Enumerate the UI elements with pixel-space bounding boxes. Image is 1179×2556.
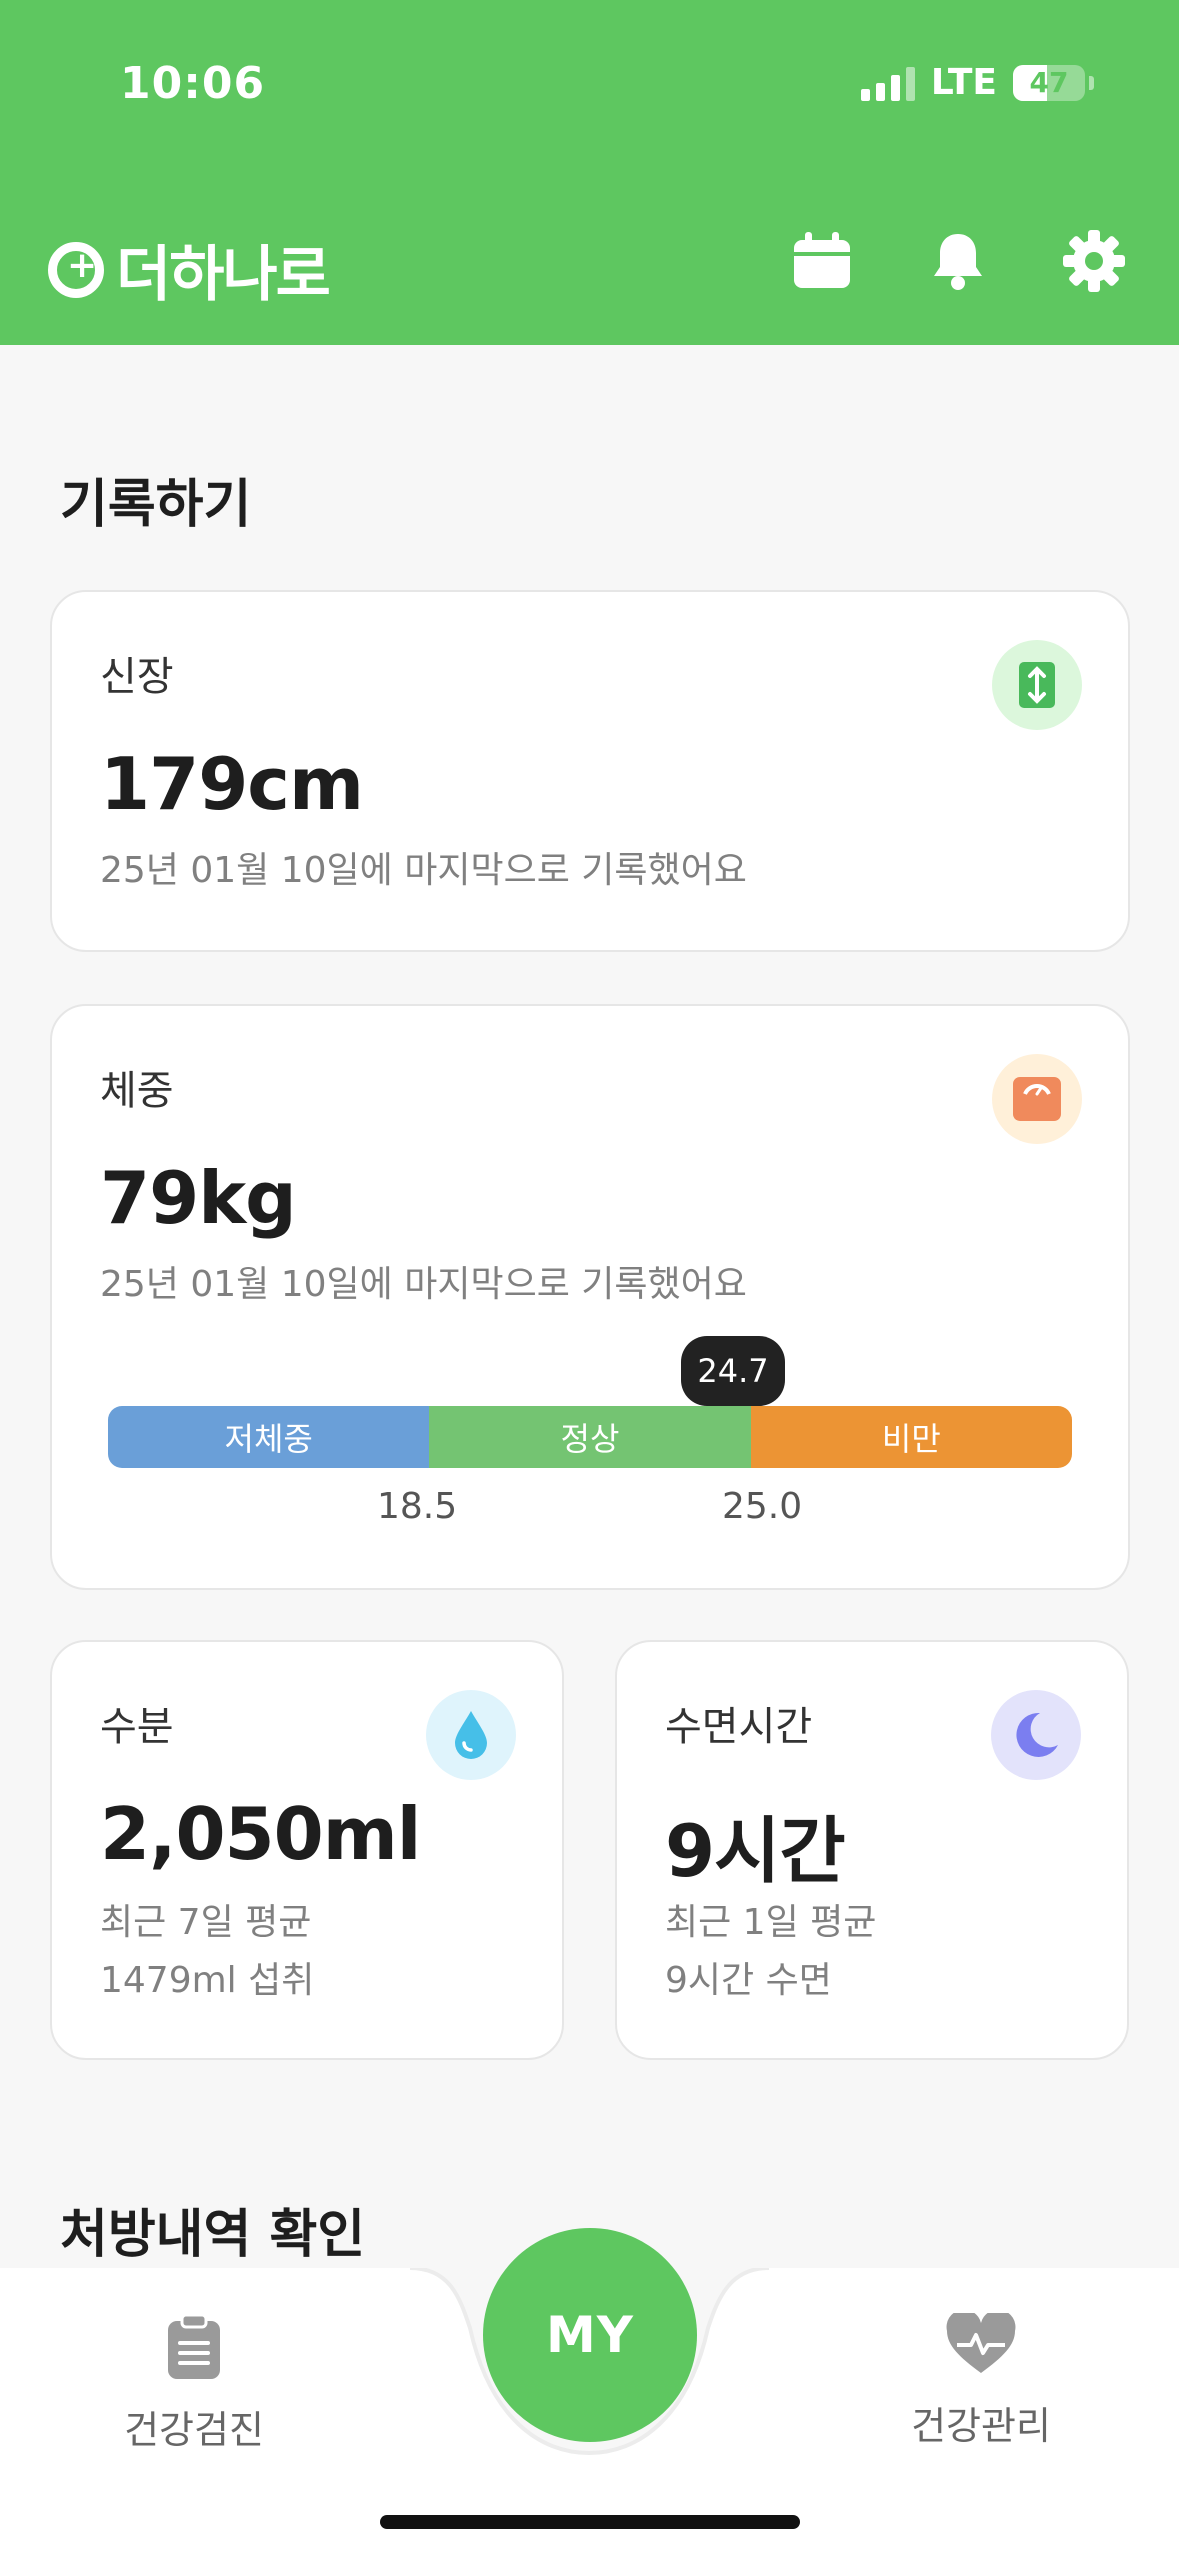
section-title-prescription: 처방내역 확인 [60, 2205, 366, 2265]
bmi-bar: 저체중 정상 비만 [108, 1406, 1072, 1468]
calendar-icon[interactable] [789, 228, 855, 294]
bmi-segment-underweight: 저체중 [108, 1406, 430, 1468]
water-card[interactable]: 수분 2,050ml 최근 7일 평균 1479ml 섭취 [50, 1640, 564, 2060]
status-time: 10:06 [120, 58, 266, 109]
water-value: 2,050ml [100, 1792, 421, 1876]
height-card[interactable]: 신장 179cm 25년 01월 10일에 마지막으로 기록했어요 [50, 590, 1130, 952]
nav-health-management-label: 건강관리 [911, 2404, 1051, 2448]
weight-value: 79kg [100, 1156, 297, 1240]
nav-health-checkup[interactable]: 건강검진 [84, 2313, 304, 2454]
water-sub-line2: 1479ml 섭취 [100, 1960, 315, 2001]
clipboard-icon [166, 2313, 222, 2385]
water-label: 수분 [100, 1704, 174, 1750]
moon-icon [991, 1690, 1081, 1780]
bmi-threshold-high: 25.0 [722, 1486, 803, 1527]
weight-label: 체중 [100, 1068, 174, 1114]
bmi-threshold-low: 18.5 [377, 1486, 458, 1527]
nav-health-checkup-label: 건강검진 [124, 2408, 264, 2452]
battery-icon: 47 [1013, 64, 1085, 101]
bmi-segment-obese: 비만 [750, 1406, 1072, 1468]
sleep-card[interactable]: 수면시간 9시간 최근 1일 평균 9시간 수면 [615, 1640, 1129, 2060]
app-header: 10:06 LTE 47 더하나로 [0, 0, 1179, 345]
logo-icon [48, 241, 104, 298]
height-value: 179cm [100, 742, 364, 826]
bmi-segment-normal: 정상 [429, 1406, 751, 1468]
weight-card[interactable]: 체중 79kg 25년 01월 10일에 마지막으로 기록했어요 24.7 저체… [50, 1004, 1130, 1590]
bmi-value-tooltip: 24.7 [681, 1336, 785, 1418]
height-last-recorded: 25년 01월 10일에 마지막으로 기록했어요 [100, 850, 747, 891]
sleep-value: 9시간 [665, 1809, 846, 1893]
heart-pulse-icon [945, 2309, 1017, 2381]
app-logo: 더하나로 [48, 226, 331, 313]
bell-icon[interactable] [925, 228, 991, 294]
sleep-label: 수면시간 [665, 1704, 813, 1750]
home-indicator[interactable] [380, 2515, 800, 2529]
sleep-sub-line2: 9시간 수면 [665, 1960, 832, 2001]
nav-health-management[interactable]: 건강관리 [871, 2309, 1091, 2450]
sleep-sub-line1: 최근 1일 평균 [665, 1902, 877, 1943]
gear-icon[interactable] [1061, 228, 1127, 294]
network-type: LTE [930, 62, 997, 103]
battery-level: 47 [1029, 66, 1069, 99]
height-label: 신장 [100, 654, 174, 700]
weight-last-recorded: 25년 01월 10일에 마지막으로 기록했어요 [100, 1264, 747, 1305]
my-button[interactable]: MY [483, 2228, 697, 2442]
app-name: 더하나로 [116, 240, 331, 310]
water-sub-line1: 최근 7일 평균 [100, 1902, 312, 1943]
scale-icon [992, 1054, 1082, 1144]
height-icon [992, 640, 1082, 730]
signal-icon [860, 65, 915, 101]
status-indicators: LTE 47 [860, 62, 1094, 103]
water-drop-icon [426, 1690, 516, 1780]
section-title-record: 기록하기 [60, 475, 252, 535]
